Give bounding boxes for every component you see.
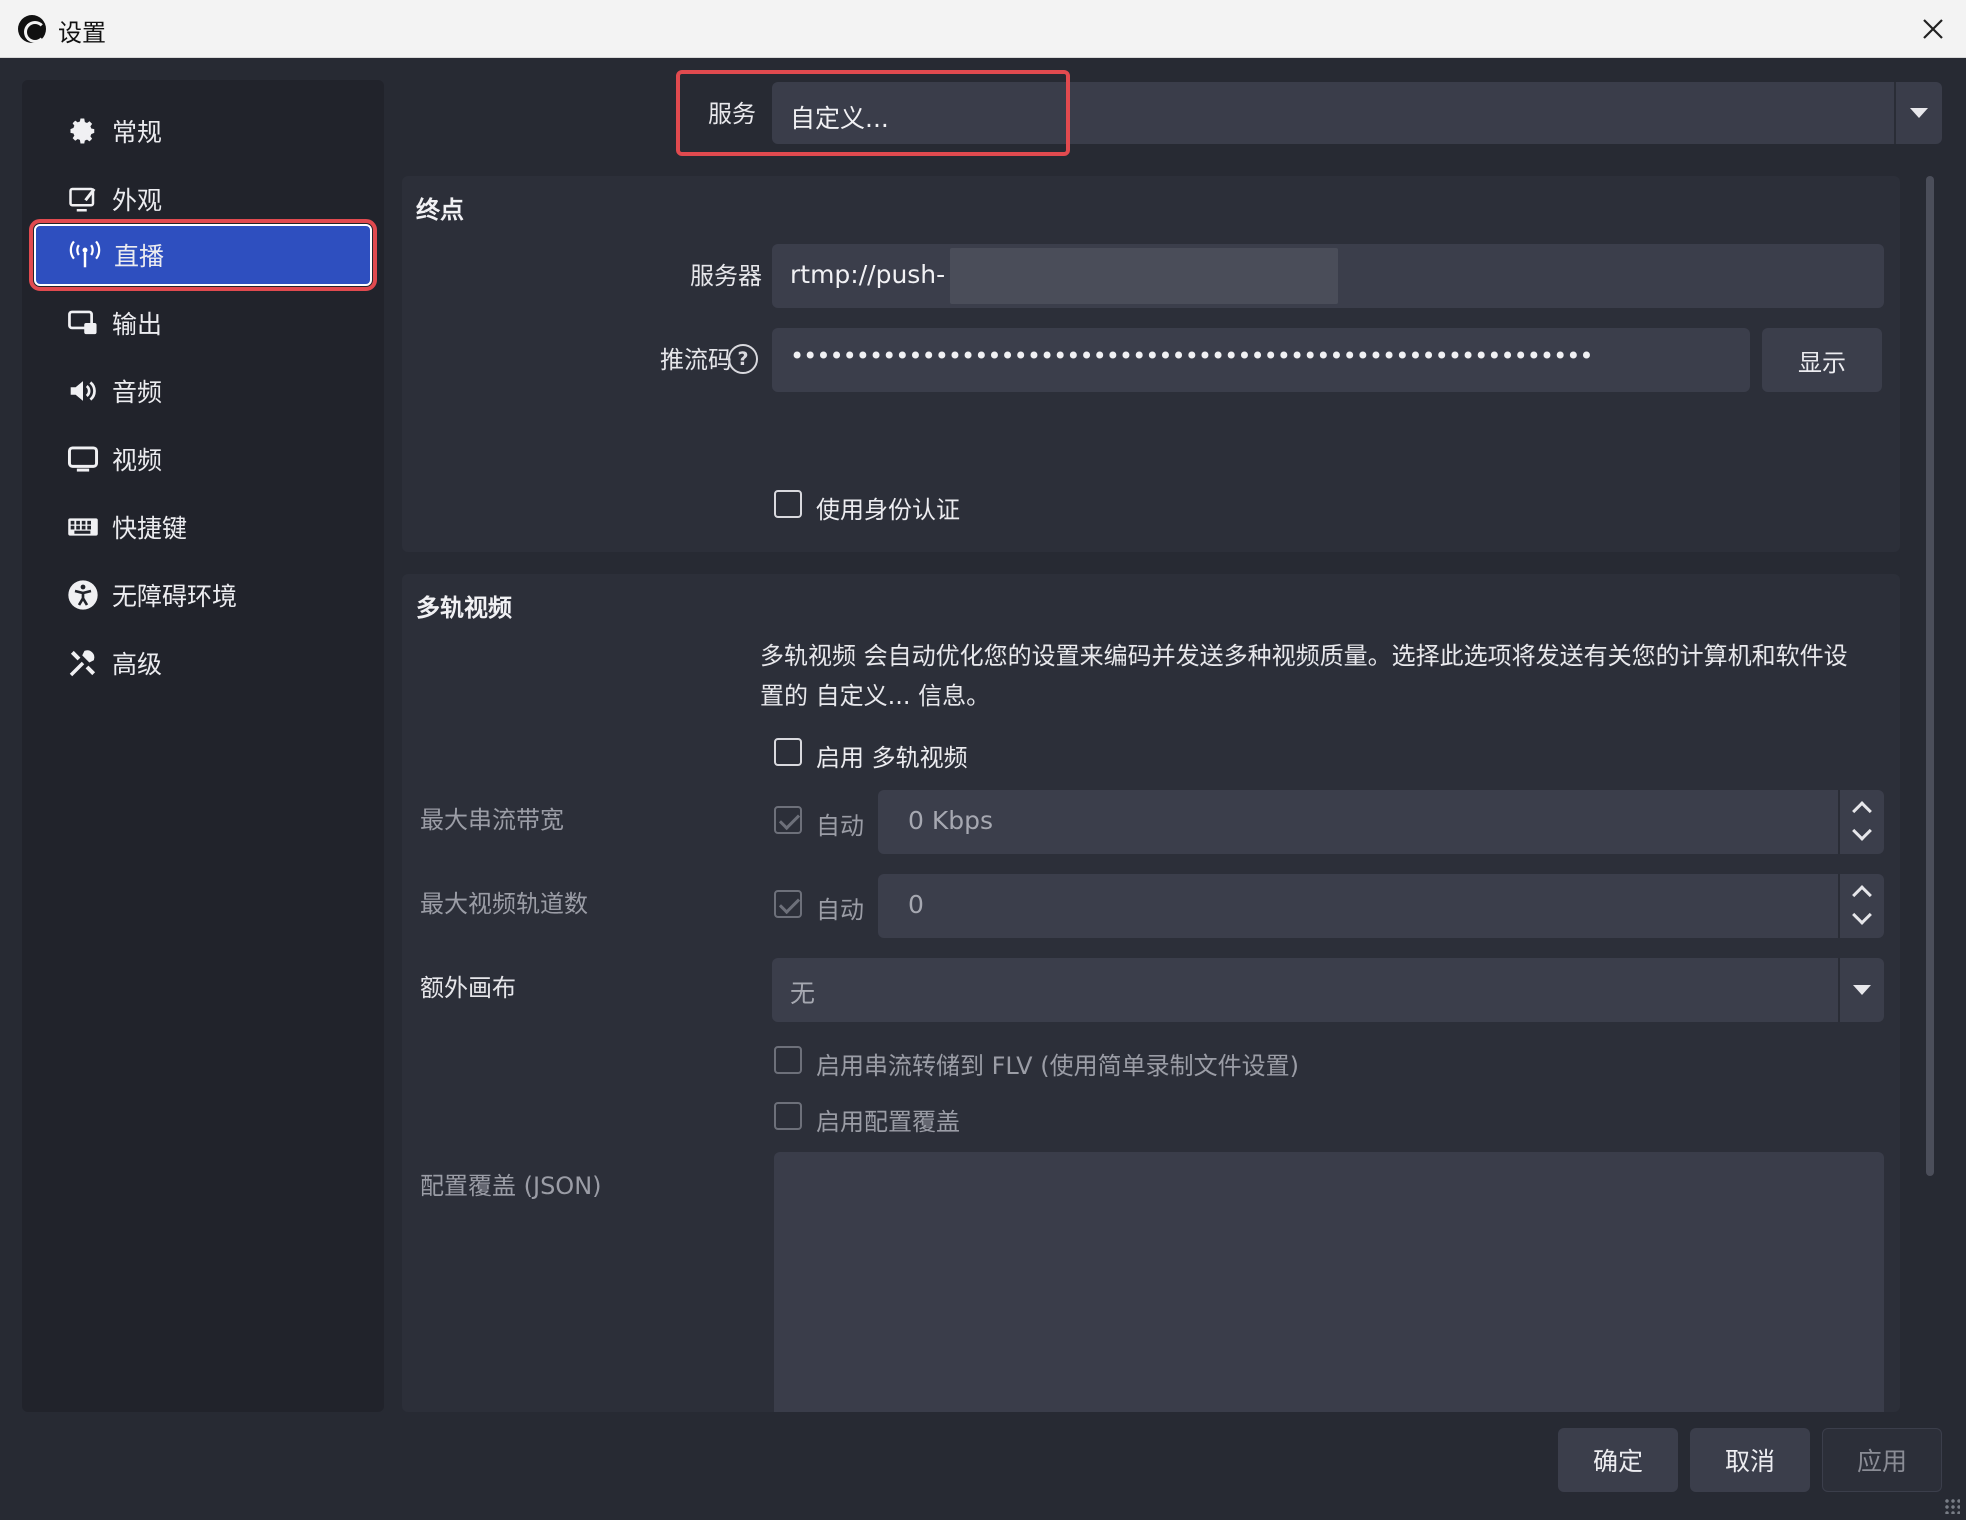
sidebar-item-general[interactable]: 常规 xyxy=(34,100,372,162)
enable-multitrack-label: 启用 多轨视频 xyxy=(816,744,968,772)
sidebar-item-accessibility[interactable]: 无障碍环境 xyxy=(34,564,372,626)
monitor-icon xyxy=(66,442,100,476)
scrollbar[interactable] xyxy=(1922,176,1936,1412)
config-json-textarea[interactable] xyxy=(774,1152,1884,1412)
max-bandwidth-value: 0 Kbps xyxy=(908,806,994,835)
accessibility-icon xyxy=(66,578,100,612)
endpoint-group: 终点 服务器 rtmp://push- 推流码 ? ••••••••••••••… xyxy=(402,176,1900,552)
stream-key-label: 推流码 xyxy=(660,346,732,374)
max-bandwidth-label: 最大串流带宽 xyxy=(420,806,564,834)
title-bar: 设置 xyxy=(0,0,1966,58)
apply-button[interactable]: 应用 xyxy=(1822,1428,1942,1492)
service-row: 服务 自定义... xyxy=(676,72,1942,150)
sidebar-item-audio[interactable]: 音频 xyxy=(34,360,372,422)
sidebar-item-label: 高级 xyxy=(112,650,163,679)
chevron-down-icon[interactable] xyxy=(1852,905,1872,925)
max-tracks-stepper[interactable] xyxy=(1838,874,1884,938)
sidebar-item-stream[interactable]: 直播 xyxy=(29,219,377,291)
speaker-icon xyxy=(66,374,100,408)
scrollbar-thumb[interactable] xyxy=(1926,176,1934,1176)
extra-canvas-dropdown-toggle[interactable] xyxy=(1838,958,1884,1022)
multitrack-title: 多轨视频 xyxy=(416,594,512,622)
stream-key-field[interactable]: ••••••••••••••••••••••••••••••••••••••••… xyxy=(772,328,1750,392)
ok-button[interactable]: 确定 xyxy=(1558,1428,1678,1492)
max-tracks-spinbox[interactable]: 0 xyxy=(878,874,1884,938)
window-title: 设置 xyxy=(58,19,106,47)
service-label: 服务 xyxy=(708,100,756,128)
service-select[interactable]: 自定义... xyxy=(772,82,1942,144)
sidebar-item-hotkeys[interactable]: 快捷键 xyxy=(34,496,372,558)
show-key-button[interactable]: 显示 xyxy=(1762,328,1882,392)
chevron-up-icon[interactable] xyxy=(1852,801,1872,821)
chevron-up-icon[interactable] xyxy=(1852,885,1872,905)
multitrack-group: 多轨视频 多轨视频 会自动优化您的设置来编码并发送多种视频质量。选择此选项将发送… xyxy=(402,574,1900,1412)
chevron-down-icon xyxy=(1910,108,1928,118)
settings-sidebar: 常规 外观 直播 输出 音频 视频 快捷键 无障碍环境 高级 xyxy=(22,80,384,1412)
sidebar-item-label: 视频 xyxy=(112,446,163,475)
max-bandwidth-auto-checkbox[interactable] xyxy=(774,806,802,834)
sidebar-item-label: 快捷键 xyxy=(112,514,188,543)
tools-icon xyxy=(66,646,100,680)
broadcast-icon xyxy=(68,238,102,272)
close-button[interactable] xyxy=(1910,6,1956,52)
sidebar-item-label: 常规 xyxy=(112,118,163,147)
max-bandwidth-stepper[interactable] xyxy=(1838,790,1884,854)
endpoint-title: 终点 xyxy=(416,196,464,224)
settings-window: 设置 常规 外观 直播 输出 音频 视频 快捷键 无障碍环境 高级 服务 自定义… xyxy=(0,0,1966,1520)
config-override-checkbox[interactable] xyxy=(774,1102,802,1130)
appearance-icon xyxy=(66,182,100,216)
max-bandwidth-auto-label: 自动 xyxy=(816,812,864,840)
gear-icon xyxy=(66,114,100,148)
extra-canvas-label: 额外画布 xyxy=(420,974,516,1002)
chevron-down-icon xyxy=(1853,985,1871,995)
flv-dump-checkbox[interactable] xyxy=(774,1046,802,1074)
sidebar-item-output[interactable]: 输出 xyxy=(34,292,372,354)
sidebar-item-label: 无障碍环境 xyxy=(112,582,238,611)
sidebar-item-label: 外观 xyxy=(112,186,163,215)
service-dropdown-toggle[interactable] xyxy=(1894,82,1942,144)
use-auth-checkbox[interactable] xyxy=(774,490,802,518)
output-icon xyxy=(66,306,100,340)
extra-canvas-value: 无 xyxy=(790,979,816,1008)
close-icon xyxy=(1923,19,1943,39)
sidebar-item-video[interactable]: 视频 xyxy=(34,428,372,490)
obs-logo-icon xyxy=(18,15,46,43)
server-field[interactable]: rtmp://push- xyxy=(772,244,1884,308)
sidebar-item-appearance[interactable]: 外观 xyxy=(34,168,372,230)
redacted-block xyxy=(950,248,1338,304)
sidebar-item-label: 音频 xyxy=(112,378,163,407)
use-auth-label: 使用身份认证 xyxy=(816,496,960,524)
max-tracks-label: 最大视频轨道数 xyxy=(420,890,588,918)
sidebar-item-advanced[interactable]: 高级 xyxy=(34,632,372,694)
sidebar-item-label: 输出 xyxy=(112,310,163,339)
max-bandwidth-spinbox[interactable]: 0 Kbps xyxy=(878,790,1884,854)
max-tracks-value: 0 xyxy=(908,890,924,919)
stream-key-value: ••••••••••••••••••••••••••••••••••••••••… xyxy=(790,342,1594,370)
config-override-label: 启用配置覆盖 xyxy=(816,1108,960,1136)
extra-canvas-select[interactable]: 无 xyxy=(772,958,1884,1022)
multitrack-description: 多轨视频 会自动优化您的设置来编码并发送多种视频质量。选择此选项将发送有关您的计… xyxy=(760,642,1848,710)
server-value: rtmp://push- xyxy=(790,260,946,289)
config-json-label: 配置覆盖 (JSON) xyxy=(420,1172,602,1200)
enable-multitrack-checkbox[interactable] xyxy=(774,738,802,766)
cancel-button[interactable]: 取消 xyxy=(1690,1428,1810,1492)
keyboard-icon xyxy=(66,510,100,544)
max-tracks-auto-label: 自动 xyxy=(816,896,864,924)
max-tracks-auto-checkbox[interactable] xyxy=(774,890,802,918)
server-label: 服务器 xyxy=(690,262,762,290)
sidebar-item-label: 直播 xyxy=(114,242,165,271)
chevron-down-icon[interactable] xyxy=(1852,821,1872,841)
resize-grip-icon[interactable] xyxy=(1944,1498,1960,1514)
service-value: 自定义... xyxy=(790,104,889,133)
flv-dump-label: 启用串流转储到 FLV (使用简单录制文件设置) xyxy=(816,1052,1299,1080)
help-icon[interactable]: ? xyxy=(728,344,758,374)
